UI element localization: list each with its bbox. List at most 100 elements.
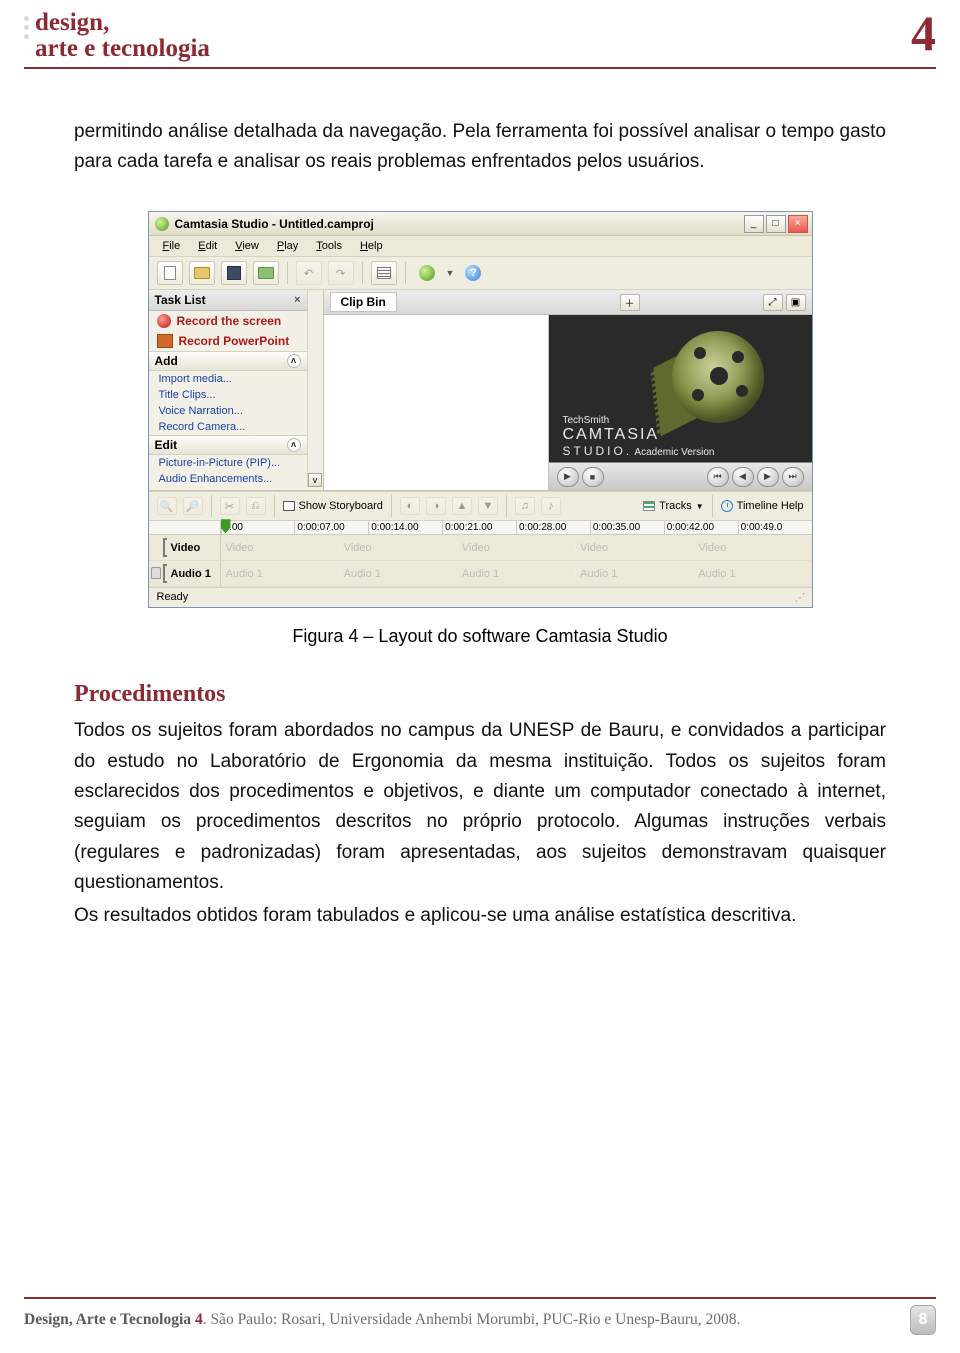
task-list-panel: Task List × Record the screen Record Pow… — [149, 290, 324, 490]
panel-close-icon[interactable]: × — [294, 294, 300, 306]
help-icon: ? — [465, 265, 481, 281]
page-content: permitindo análise detalhada da navegaçã… — [0, 69, 960, 932]
tracks-dropdown[interactable]: Tracks ▼ — [643, 500, 704, 512]
skip-end-button[interactable]: ⏭ — [782, 467, 804, 487]
page-number-top: 4 — [911, 8, 936, 58]
cut-button[interactable]: ✂ — [220, 497, 240, 515]
task-record-ppt[interactable]: Record PowerPoint — [149, 331, 307, 351]
toolbar-separator — [211, 495, 212, 517]
tracks-icon — [643, 501, 655, 511]
figure-4: Camtasia Studio - Untitled.camproj _ □ ×… — [148, 211, 813, 647]
link-record-camera[interactable]: Record Camera... — [149, 419, 307, 435]
film-reel-icon — [654, 329, 784, 429]
track-audio[interactable]: Audio 1 Audio 1 Audio 1 Audio 1 Audio 1 … — [149, 561, 812, 587]
ruler-tick: 0:00:07.00 — [294, 521, 368, 534]
help-button[interactable]: ? — [460, 261, 486, 285]
close-button[interactable]: × — [788, 215, 808, 233]
timeline-ruler[interactable]: 0.00 0:00:07.00 0:00:14.00 0:00:21.00 0:… — [149, 521, 812, 535]
new-button[interactable] — [157, 261, 183, 285]
track-video[interactable]: Video Video Video Video Video Video — [149, 535, 812, 561]
show-storyboard-button[interactable]: Show Storyboard — [283, 500, 383, 512]
record-button[interactable] — [414, 261, 440, 285]
clip-area: TechSmith CAMTASIA STUDIO. Academic Vers… — [324, 315, 812, 490]
open-button[interactable] — [189, 261, 215, 285]
collapse-icon[interactable]: ˄ — [287, 438, 301, 452]
step-fwd-button[interactable]: ▶ — [757, 467, 779, 487]
storyboard-icon — [283, 501, 295, 511]
link-voice-narration[interactable]: Voice Narration... — [149, 403, 307, 419]
ruler-tick: 0:00:49.0 — [738, 521, 812, 534]
window-titlebar[interactable]: Camtasia Studio - Untitled.camproj _ □ × — [149, 212, 812, 236]
link-pip[interactable]: Picture-in-Picture (PIP)... — [149, 455, 307, 471]
minimize-button[interactable]: _ — [744, 215, 764, 233]
folder-icon — [194, 267, 210, 279]
open-folder-button[interactable] — [253, 261, 279, 285]
task-record-screen[interactable]: Record the screen — [149, 311, 307, 331]
zoom-in-button[interactable]: 🔍 — [157, 497, 177, 515]
vol-down-button[interactable]: ▼ — [478, 497, 498, 515]
resize-grip-icon[interactable]: ⋰ — [795, 591, 804, 604]
fade-out-button[interactable]: ◑ — [426, 497, 446, 515]
toolbar-separator — [274, 495, 275, 517]
link-import-media[interactable]: Import media... — [149, 371, 307, 387]
stop-button[interactable]: ■ — [582, 467, 604, 487]
maximize-button[interactable]: □ — [766, 215, 786, 233]
footer-bold: Design, Arte e Tecnologia — [24, 1311, 195, 1328]
ruler-tick: 0:00:28.00 — [516, 521, 590, 534]
clip-placeholder: Video — [575, 542, 693, 554]
redo-button[interactable]: ↷ — [328, 261, 354, 285]
menu-view[interactable]: View — [227, 238, 267, 254]
menu-play[interactable]: Play — [269, 238, 306, 254]
figure-caption: Figura 4 – Layout do software Camtasia S… — [148, 626, 813, 647]
brand-sub: Academic Version — [634, 447, 714, 458]
menu-help[interactable]: Help — [352, 238, 391, 254]
edit-section-header[interactable]: Edit ˄ — [149, 435, 307, 455]
window-title: Camtasia Studio - Untitled.camproj — [175, 217, 744, 231]
work-row: Task List × Record the screen Record Pow… — [149, 290, 812, 491]
preview-detach-button[interactable]: ▣ — [786, 294, 806, 311]
clock-icon — [721, 500, 733, 512]
produce-button[interactable] — [371, 261, 397, 285]
timeline-help-button[interactable]: Timeline Help — [721, 500, 804, 512]
split-button[interactable]: ⎌ — [246, 497, 266, 515]
add-section-header[interactable]: Add ˄ — [149, 351, 307, 371]
preview-expand-button[interactable]: ⤢ — [763, 294, 783, 311]
clip-placeholder: Video — [457, 542, 575, 554]
timeline-help-label: Timeline Help — [737, 500, 804, 512]
link-audio-enh[interactable]: Audio Enhancements... — [149, 471, 307, 487]
play-button[interactable]: ▶ — [557, 467, 579, 487]
collapse-icon[interactable]: ˄ — [287, 354, 301, 368]
dropdown-caret-icon[interactable]: ▼ — [446, 268, 455, 278]
step-back-button[interactable]: ◀ — [732, 467, 754, 487]
status-bar: Ready ⋰ — [149, 587, 812, 607]
footer-rest: . São Paulo: Rosari, Universidade Anhemb… — [203, 1311, 741, 1328]
page-footer: Design, Arte e Tecnologia 4. São Paulo: … — [0, 1297, 960, 1335]
menu-tools[interactable]: Tools — [308, 238, 350, 254]
lock-icon[interactable] — [151, 567, 161, 579]
scroll-down-icon[interactable]: v — [308, 473, 322, 487]
tracks-label: Tracks — [659, 500, 692, 512]
toolbar-separator — [287, 262, 288, 284]
ruler-tick: 0:00:42.00 — [664, 521, 738, 534]
clip-add-button[interactable]: ＋ — [620, 294, 640, 311]
menu-file[interactable]: File — [155, 238, 189, 254]
toolbar-separator — [506, 495, 507, 517]
vol-up-button[interactable]: ▲ — [452, 497, 472, 515]
fade-in-button[interactable]: ◐ — [400, 497, 420, 515]
menu-edit[interactable]: Edit — [190, 238, 225, 254]
brand-text: design, arte e tecnologia — [35, 10, 210, 63]
link-title-clips[interactable]: Title Clips... — [149, 387, 307, 403]
undo-button[interactable]: ↶ — [296, 261, 322, 285]
powerpoint-icon — [157, 334, 173, 348]
audio-opts-button[interactable]: ♪ — [541, 497, 561, 515]
skip-start-button[interactable]: ⏮ — [707, 467, 729, 487]
task-scrollbar[interactable]: v — [307, 290, 323, 487]
save-button[interactable] — [221, 261, 247, 285]
ruler-tick: 0:00:35.00 — [590, 521, 664, 534]
clip-bin-label: Clip Bin — [330, 292, 397, 312]
zoom-out-button[interactable]: 🔎 — [183, 497, 203, 515]
replace-audio-button[interactable]: ♫ — [515, 497, 535, 515]
clip-bin-area[interactable] — [324, 315, 549, 490]
task-label: Record the screen — [177, 314, 282, 328]
window-buttons: _ □ × — [744, 215, 808, 233]
